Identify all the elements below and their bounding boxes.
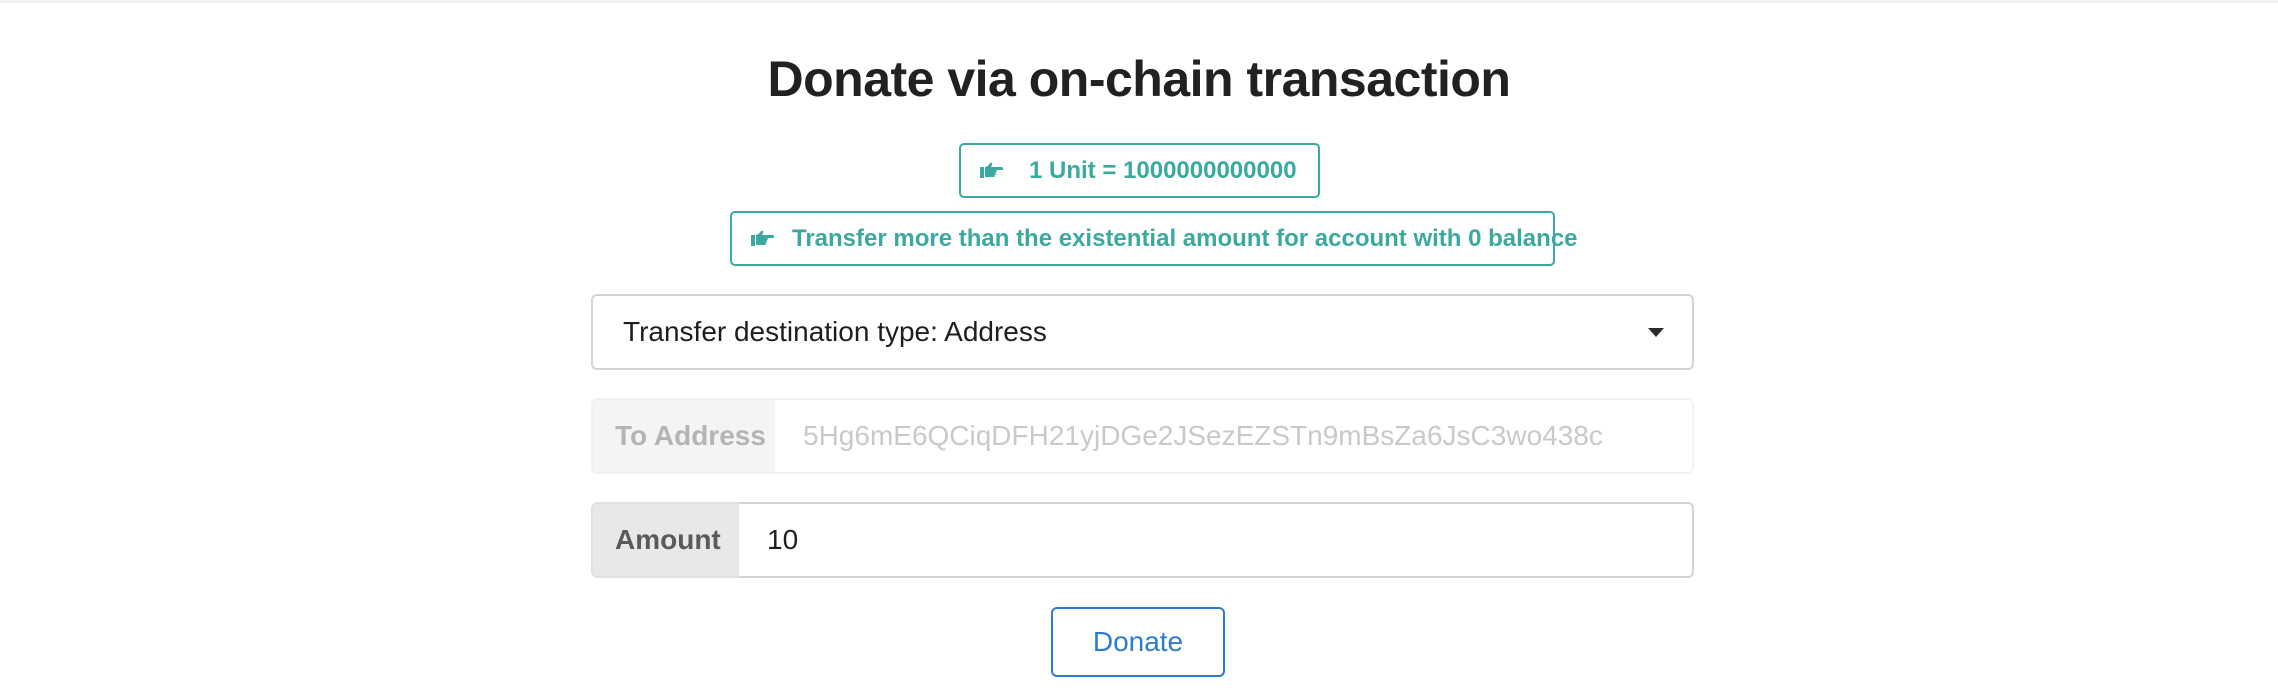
destination-type-selected-value: Transfer destination type: Address	[623, 316, 1047, 347]
hand-point-right-icon	[979, 162, 1013, 180]
amount-input[interactable]	[739, 502, 1694, 578]
destination-type-select[interactable]: Transfer destination type: Address	[591, 294, 1694, 370]
hand-point-right-icon	[750, 230, 776, 248]
existential-amount-text: Transfer more than the existential amoun…	[792, 224, 1578, 252]
amount-field: Amount	[591, 502, 1694, 578]
to-address-label: To Address	[591, 398, 775, 474]
to-address-input: 5Hg6mE6QCiqDFH21yjDGe2JSezEZSTn9mBsZa6Js…	[775, 398, 1694, 474]
top-divider	[0, 0, 2278, 3]
unit-info-notice: 1 Unit = 1000000000000	[959, 143, 1320, 198]
amount-label: Amount	[591, 502, 739, 578]
page-title: Donate via on-chain transaction	[767, 51, 1511, 107]
existential-amount-notice: Transfer more than the existential amoun…	[730, 211, 1578, 266]
chevron-down-icon	[1648, 327, 1664, 337]
donate-button[interactable]: Donate	[1051, 607, 1225, 677]
unit-info-text: 1 Unit = 1000000000000	[1029, 156, 1297, 184]
to-address-field: To Address 5Hg6mE6QCiqDFH21yjDGe2JSezEZS…	[591, 398, 1694, 474]
